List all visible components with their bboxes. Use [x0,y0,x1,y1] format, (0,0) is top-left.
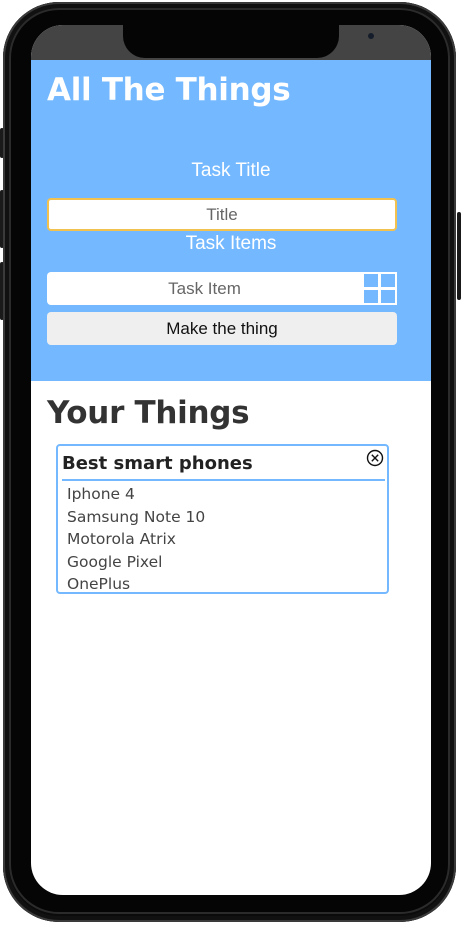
circle-x-icon[interactable] [366,449,384,467]
list-item: Google Pixel [67,552,163,571]
list-item: Samsung Note 10 [67,507,206,526]
task-form-panel: All The Things Task Title Task Items Mak… [31,60,431,381]
phone-screen: All The Things Task Title Task Items Mak… [31,25,431,895]
thing-card: Best smart phones Iphone 4 Samsung Note … [56,444,389,594]
list-item: Motorola Atrix [67,530,176,548]
app-title: All The Things [47,72,291,108]
list-item: Iphone 4 [67,485,135,503]
front-camera [368,33,374,39]
plus-grid-icon [362,272,397,305]
card-divider [62,479,385,481]
task-title-label: Task Title [191,160,271,181]
task-item-input[interactable] [47,272,362,305]
add-item-button[interactable] [362,272,397,305]
phone-frame: All The Things Task Title Task Items Mak… [0,0,461,926]
notch [123,25,374,58]
card-item-list: Iphone 4 Samsung Note 10 Motorola Atrix … [67,483,205,596]
power-button [457,212,461,300]
task-items-label: Task Items [185,233,277,254]
card-title: Best smart phones [62,453,253,474]
task-title-input[interactable] [47,198,397,231]
your-things-heading: Your Things [47,395,250,431]
list-item: OnePlus [67,575,131,593]
make-thing-button[interactable]: Make the thing [47,312,397,345]
